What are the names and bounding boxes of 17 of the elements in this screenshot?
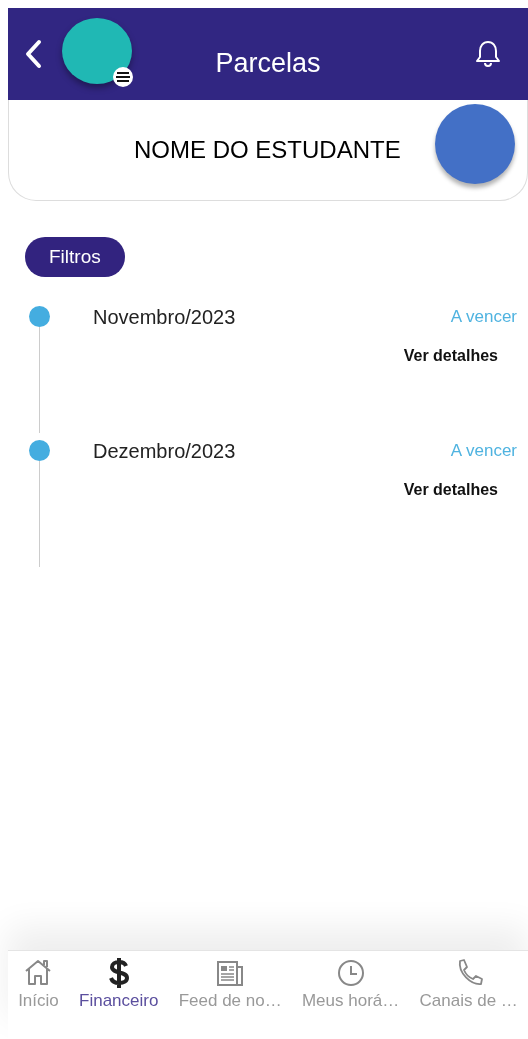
avatar-icon	[435, 104, 515, 184]
tab-label[interactable]: Financeiro	[79, 991, 159, 1011]
month-label: Dezembro/2023	[93, 439, 236, 463]
details-link[interactable]: Ver detalhes	[403, 481, 498, 499]
timeline-dot	[28, 440, 50, 461]
timeline-dot	[28, 306, 50, 327]
month-label: Novembro/2023	[93, 305, 236, 329]
status-label: A vencer	[450, 441, 517, 461]
status-label: A vencer	[450, 307, 517, 327]
avatar-icon[interactable]	[62, 18, 132, 84]
back-button[interactable]	[24, 39, 42, 69]
bell-icon[interactable]	[474, 39, 502, 69]
student-name: NOME DO ESTUDANTE	[134, 136, 401, 164]
page-title: Parcelas	[215, 48, 321, 79]
menu-icon[interactable]	[112, 66, 134, 88]
filter-button[interactable]: Filtros	[25, 237, 125, 277]
details-link[interactable]: Ver detalhes	[403, 347, 498, 365]
